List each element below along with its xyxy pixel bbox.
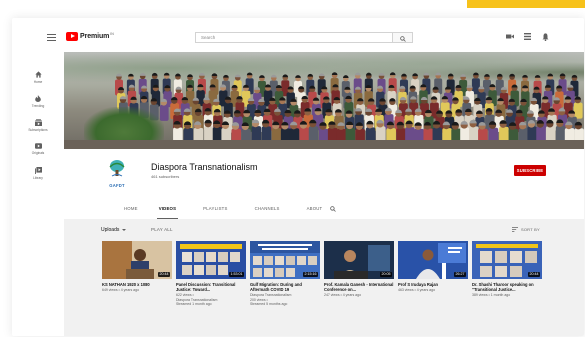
tab-about[interactable]: ABOUT [305, 199, 325, 219]
tab-videos[interactable]: VIDEOS [156, 199, 179, 219]
video-title[interactable]: Gulf Migration: During and Aftermath COV… [250, 282, 320, 292]
video-title[interactable]: Panel Discussion: Transitional Justice: … [176, 282, 246, 292]
video-thumbnail[interactable]: 26:27 [398, 241, 468, 279]
video-meta: 649 views • 4 years ago [102, 288, 140, 292]
tab-playlists[interactable]: PLAYLISTS [201, 199, 229, 219]
video-meta: 463 views • 4 years ago [398, 288, 436, 292]
library-icon [34, 167, 42, 174]
search-placeholder: Search [201, 35, 216, 40]
video-meta: 247 views • 4 years ago [324, 293, 362, 297]
video-duration: 2:15:16 [303, 271, 318, 277]
channel-name: Diaspora Transnationalism [151, 162, 258, 172]
video-duration: 20:05 [380, 271, 392, 277]
masthead: Premium IN Search [12, 18, 584, 52]
channel-banner [64, 52, 584, 149]
video-card[interactable]: 20:44 Dr. Shashi Tharoor speaking on "Tr… [472, 241, 542, 298]
search-icon [400, 35, 406, 42]
video-title[interactable]: Prof. Kamala Ganesh - International Conf… [324, 282, 394, 292]
channel-tabs: HOME VIDEOS PLAYLISTS CHANNELS ABOUT [122, 199, 324, 219]
video-card[interactable]: 1:53:01 Panel Discussion: Transitional J… [176, 241, 246, 307]
subscriber-count: 461 subscribers [151, 174, 180, 179]
play-logo-icon [66, 32, 78, 41]
search-button[interactable] [393, 32, 413, 43]
guide-item-trending[interactable]: Trending [12, 95, 64, 108]
apps-grid-icon [524, 33, 531, 40]
video-thumbnail[interactable]: 2:15:16 [250, 241, 320, 279]
sort-label: SORT BY [521, 227, 540, 232]
tab-channels[interactable]: CHANNELS [253, 199, 282, 219]
video-duration: 20:44 [528, 271, 540, 277]
guide-sidebar: Home Trending Subscriptions Originals Li… [12, 52, 64, 336]
video-duration: 26:27 [454, 271, 466, 277]
video-thumbnail[interactable]: 20:44 [102, 241, 172, 279]
banner-ground [64, 140, 584, 149]
video-card[interactable]: 26:27 Prof S Irudaya Rajan 463 views • 4… [398, 241, 468, 293]
guide-item-library[interactable]: Library [12, 167, 64, 180]
originals-icon [34, 143, 42, 149]
sort-icon [512, 227, 518, 233]
guide-item-originals[interactable]: Originals [12, 143, 64, 155]
guide-item-home[interactable]: Home [12, 71, 64, 84]
video-grid: 20:44 KS NATHAN 1920 x 1080 649 views • … [102, 241, 542, 336]
video-thumbnail[interactable]: 20:44 [472, 241, 542, 279]
video-thumbnail[interactable]: 20:05 [324, 241, 394, 279]
subscriptions-icon [34, 119, 42, 126]
video-duration: 1:53:01 [229, 271, 244, 277]
tab-home[interactable]: HOME [122, 199, 140, 219]
search-input[interactable]: Search [195, 32, 393, 43]
avatar-caption: GAFDT [109, 183, 125, 188]
video-card[interactable]: 20:44 KS NATHAN 1920 x 1080 649 views • … [102, 241, 172, 293]
video-meta: 389 views • 1 month ago [472, 293, 511, 297]
video-thumbnail[interactable]: 1:53:01 [176, 241, 246, 279]
logo-text: Premium [80, 33, 110, 40]
sort-by-button[interactable]: SORT BY [512, 227, 540, 233]
video-card[interactable]: 20:05 Prof. Kamala Ganesh - Internationa… [324, 241, 394, 298]
guide-item-subscriptions[interactable]: Subscriptions [12, 119, 64, 132]
menu-icon[interactable] [47, 34, 56, 42]
video-duration: 20:44 [158, 271, 170, 277]
uploads-label: Uploads [101, 227, 120, 233]
guide-label: Home [33, 80, 43, 84]
corner-accent [467, 0, 585, 8]
trending-icon [35, 95, 41, 102]
channel-search-icon[interactable] [330, 206, 336, 212]
uploads-dropdown[interactable]: Uploads [101, 227, 127, 233]
guide-label: Trending [31, 104, 45, 108]
channel-avatar[interactable] [105, 157, 129, 181]
video-title[interactable]: Dr. Shashi Tharoor speaking on "Transiti… [472, 282, 542, 292]
video-streamed: Streamed 1 month ago [176, 302, 212, 307]
logo-country: IN [110, 32, 114, 36]
videos-content: Uploads PLAY ALL SORT BY 20:44 KS NATHAN… [64, 219, 584, 336]
channel-header: GAFDT Diaspora Transnationalism 461 subs… [64, 149, 584, 219]
guide-label: Library [33, 176, 43, 180]
video-card[interactable]: 2:15:16 Gulf Migration: During and After… [250, 241, 320, 307]
video-title[interactable]: KS NATHAN 1920 x 1080 [102, 282, 172, 287]
guide-label: Originals [31, 151, 45, 155]
chevron-down-icon [122, 228, 127, 231]
play-all-button[interactable]: PLAY ALL [151, 227, 173, 232]
video-camera-icon [506, 34, 514, 39]
video-title[interactable]: Prof S Irudaya Rajan [398, 282, 468, 287]
bell-icon [542, 33, 549, 41]
subscribe-button[interactable]: SUBSCRIBE [514, 165, 546, 176]
video-streamed: Streamed 5 months ago [250, 302, 288, 307]
home-icon [34, 71, 42, 78]
browser-frame: Premium IN Search Home Trending Subscrip… [12, 18, 584, 336]
youtube-logo[interactable]: Premium IN [66, 32, 114, 41]
guide-label: Subscriptions [28, 128, 48, 132]
